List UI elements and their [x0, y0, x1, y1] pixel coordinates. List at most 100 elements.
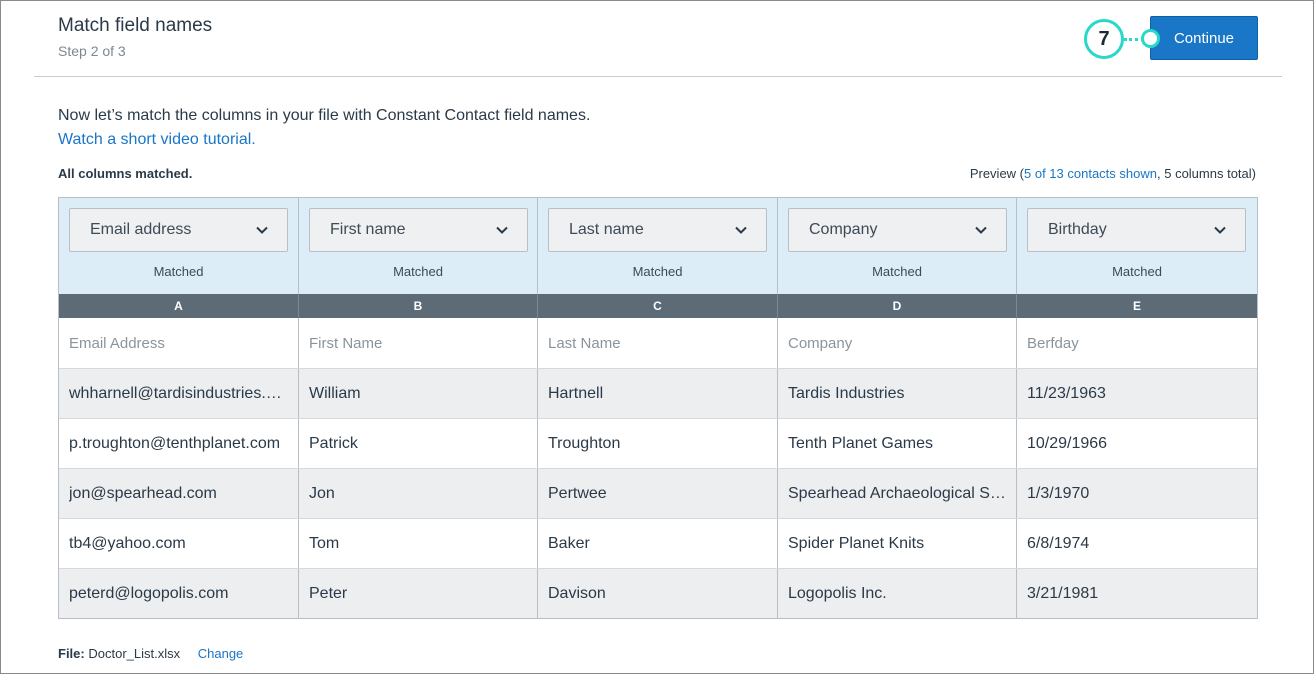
continue-button[interactable]: Continue — [1150, 16, 1258, 60]
mapping-cell-first-name: First name Matched — [299, 198, 538, 294]
video-tutorial-link[interactable]: Watch a short video tutorial. — [58, 128, 256, 152]
file-info: File: Doctor_List.xlsx Change — [58, 646, 243, 661]
column-letter: A — [59, 294, 299, 318]
cell-first-name: William — [299, 369, 538, 418]
table-row: whharnell@tardisindustries.com William Har… — [59, 368, 1257, 418]
cell-email: p.troughton@tenthplanet.com — [59, 419, 299, 468]
cell-company: Spearhead Archaeological Society — [778, 469, 1017, 518]
file-column-header: Company — [778, 318, 1017, 368]
field-select-value: First name — [330, 221, 406, 238]
cell-value: jon@spearhead.com — [69, 484, 217, 502]
field-select-first-name[interactable]: First name — [309, 208, 528, 252]
cell-company: Logopolis Inc. — [778, 569, 1017, 618]
cell-birthday: 6/8/1974 — [1017, 519, 1257, 568]
match-status: All columns matched. — [58, 166, 193, 181]
intro-text: Now let’s match the columns in your file… — [58, 107, 591, 124]
field-select-value: Last name — [569, 221, 644, 238]
file-label: File: — [58, 646, 85, 661]
file-column-header: Berfday — [1027, 334, 1079, 352]
cell-last-name: Pertwee — [538, 469, 778, 518]
cell-value: Troughton — [548, 434, 621, 452]
mapping-cell-birthday: Birthday Matched — [1017, 198, 1257, 294]
callout-badge: 7 — [1084, 19, 1124, 59]
column-letter-row: ABCD E — [59, 294, 1257, 318]
match-status-label: Matched — [872, 264, 922, 279]
header-divider — [34, 76, 1282, 77]
table-row: peterd@logopolis.com Peter Davison Logopoli… — [59, 568, 1257, 618]
file-column-header: Last Name — [538, 318, 778, 368]
match-status-label: Matched — [632, 264, 683, 279]
field-select-company[interactable]: Company — [788, 208, 1007, 252]
cell-email: whharnell@tardisindustries.com — [59, 369, 299, 418]
cell-value: Davison — [548, 584, 606, 602]
cell-value: 11/23/1963 — [1027, 384, 1106, 402]
cell-value: 6/8/1974 — [1027, 534, 1090, 552]
column-letter: B — [299, 294, 538, 318]
preview-summary: Preview (5 of 13 contacts shown, 5 colum… — [970, 166, 1256, 181]
mapping-row: Email address Matched First name Matched Las… — [59, 198, 1257, 294]
match-status-label: Matched — [1112, 264, 1162, 279]
file-column-header: Email Address — [59, 318, 299, 368]
column-letter: E — [1132, 299, 1141, 313]
cell-last-name: Davison — [538, 569, 778, 618]
cell-value: Patrick — [309, 434, 358, 452]
chevron-down-icon — [1214, 226, 1226, 234]
cell-last-name: Hartnell — [538, 369, 778, 418]
cell-value: peterd@logopolis.com — [69, 584, 229, 602]
file-column-header: First Name — [299, 318, 538, 368]
cell-value: Peter — [309, 584, 348, 602]
preview-prefix: Preview ( — [969, 166, 1025, 181]
cell-first-name: Patrick — [299, 419, 538, 468]
cell-value: 3/21/1981 — [1027, 584, 1099, 602]
match-status-label: Matched — [153, 264, 204, 279]
column-letter: C — [538, 294, 778, 318]
field-select-last-name[interactable]: Last name — [548, 208, 767, 252]
cell-last-name: Baker — [538, 519, 778, 568]
file-header-row: Email Address First Name Last Name Company B… — [59, 318, 1257, 368]
cell-value: Tenth Planet Games — [788, 434, 933, 452]
field-mapping-table: Email address Matched First name Matched Las… — [58, 197, 1258, 619]
chevron-down-icon — [256, 226, 268, 234]
file-name: Doctor_List.xlsx — [88, 646, 181, 661]
preview-suffix: , 5 columns total) — [1157, 166, 1256, 181]
cell-value: 10/29/1966 — [1027, 434, 1108, 452]
cell-birthday: 3/21/1981 — [1017, 569, 1257, 618]
page-title: Match field names — [58, 15, 213, 36]
cell-birthday: 1/3/1970 — [1017, 469, 1257, 518]
cell-value: Jon — [309, 484, 335, 502]
cell-email: peterd@logopolis.com — [59, 569, 299, 618]
chevron-down-icon — [975, 226, 987, 234]
cell-email: tb4@yahoo.com — [59, 519, 299, 568]
cell-first-name: Jon — [299, 469, 538, 518]
column-letter: D — [778, 294, 1017, 318]
cell-company: Tardis Industries — [778, 369, 1017, 418]
match-status-label: Matched — [393, 264, 443, 279]
cell-email: jon@spearhead.com — [59, 469, 299, 518]
field-select-birthday[interactable]: Birthday — [1027, 208, 1246, 252]
cell-company: Spider Planet Knits — [778, 519, 1017, 568]
change-file-link[interactable]: Change — [198, 646, 244, 661]
table-row: jon@spearhead.com Jon Pertwee Spearhead Arc… — [59, 468, 1257, 518]
field-select-value: Email address — [90, 221, 192, 238]
field-select-value: Company — [809, 221, 878, 238]
field-select-email[interactable]: Email address — [69, 208, 288, 252]
cell-value: p.troughton@tenthplanet.com — [69, 434, 281, 452]
contacts-shown-link[interactable]: 5 of 13 contacts shown — [1024, 166, 1157, 181]
page-header: Match field names Step 2 of 3 7 Continue — [1, 1, 1313, 77]
cell-value: William — [309, 384, 361, 402]
mapping-cell-last-name: Last name Matched — [538, 198, 778, 294]
cell-first-name: Peter — [299, 569, 538, 618]
data-rows: whharnell@tardisindustries.com William Har… — [59, 368, 1257, 618]
cell-value: Hartnell — [548, 384, 604, 402]
cell-value: 1/3/1970 — [1027, 484, 1090, 502]
cell-first-name: Tom — [299, 519, 538, 568]
mapping-cell-company: Company Matched — [778, 198, 1017, 294]
cell-value: tb4@yahoo.com — [69, 534, 186, 552]
step-indicator: Step 2 of 3 — [58, 43, 126, 59]
cell-value: Pertwee — [548, 484, 607, 502]
cell-last-name: Troughton — [538, 419, 778, 468]
cell-value: Logopolis Inc. — [788, 584, 887, 602]
table-row: p.troughton@tenthplanet.com Patrick Trough… — [59, 418, 1257, 468]
import-page: Match field names Step 2 of 3 7 Continue… — [0, 0, 1314, 674]
chevron-down-icon — [496, 226, 508, 234]
